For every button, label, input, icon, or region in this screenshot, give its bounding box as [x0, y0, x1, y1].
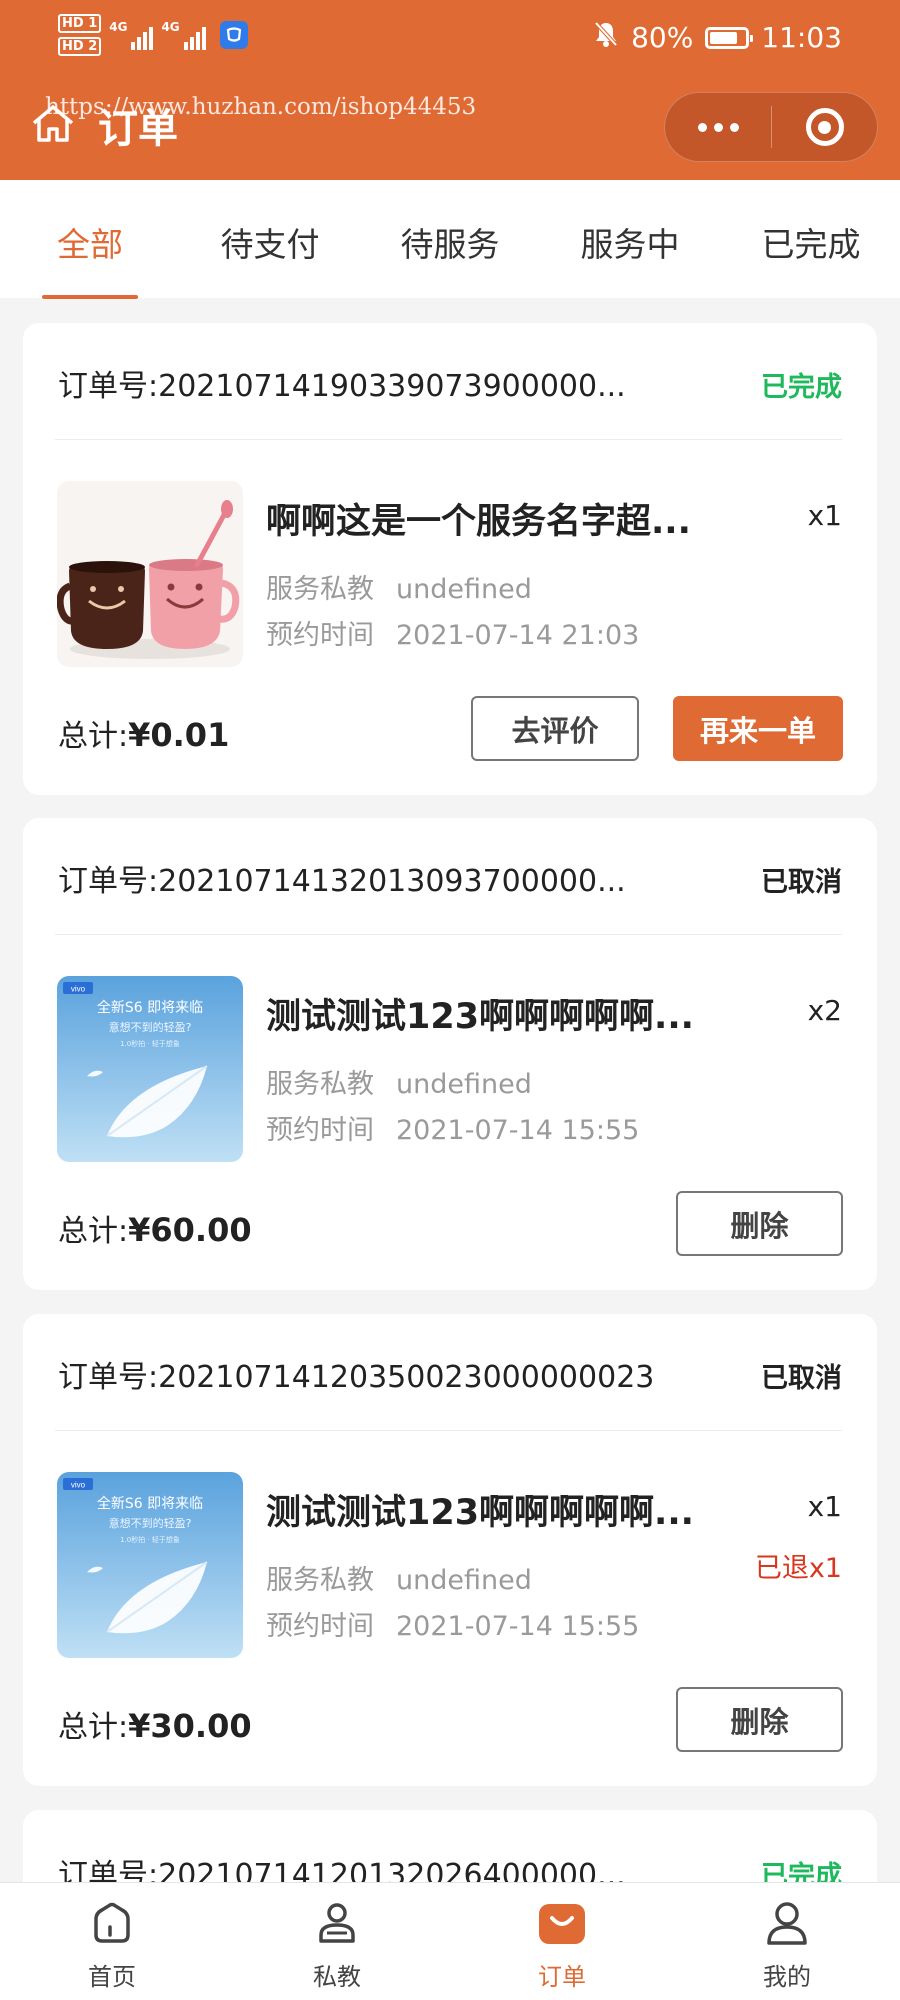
order-total: 总计:¥0.01 [58, 716, 230, 754]
thumb-tagline: 意想不到的轻盈? [109, 1516, 192, 1530]
battery-percent: 80% [631, 21, 694, 54]
order-card[interactable]: 订单号:20210714190339073900000... 已完成 啊啊这是一… [23, 323, 877, 795]
order-tabs: 全部 待支付 待服务 服务中 已完成 [0, 180, 900, 299]
refund-badge: 已退x1 [754, 1553, 842, 1584]
card-divider [55, 934, 842, 935]
service-name[interactable]: 测试测试123啊啊啊啊啊... [266, 1484, 694, 1535]
profile-icon [761, 1897, 813, 1949]
nav-home-label: 首页 [88, 1963, 136, 1991]
thumb-brand: vivo [71, 985, 86, 994]
active-tab-indicator [42, 295, 138, 299]
appointment-time-row: 预约时间 2021-07-14 15:55 [266, 1611, 640, 1642]
order-card[interactable]: 订单号:20210714132013093700000... 已取消 vivo … [23, 818, 877, 1290]
nav-coach-label: 私教 [313, 1963, 361, 1991]
order-number: 订单号:20210714120350023000000023 [58, 1360, 655, 1395]
service-name[interactable]: 啊啊这是一个服务名字超... [266, 493, 691, 544]
service-coach-row: 服务私教 undefined [266, 1565, 532, 1596]
app-notification-icon [219, 21, 248, 49]
watermark-text: https://www.huzhan.com/ishop44453 [45, 94, 477, 120]
signal-icon: 4G [161, 20, 206, 50]
card-divider [55, 439, 842, 440]
mini-program-capsule [664, 92, 878, 162]
tab-in-service[interactable]: 服务中 [581, 218, 680, 266]
bottom-tab-bar: 首页 私教 订单 我的 [0, 1882, 900, 2000]
status-bar-right: 80% 11:03 [593, 20, 842, 55]
clock: 11:03 [761, 21, 842, 54]
order-status: 已取消 [761, 1363, 842, 1394]
service-coach-row: 服务私教 undefined [266, 1069, 532, 1100]
signal-icon: 4G [109, 20, 154, 50]
appointment-time-row: 预约时间 2021-07-14 15:55 [266, 1115, 640, 1146]
thumb-brand: vivo [71, 1481, 86, 1490]
delete-button[interactable]: 删除 [676, 1191, 843, 1256]
nav-orders[interactable]: 订单 [502, 1897, 622, 1992]
service-thumbnail[interactable]: vivo 全新S6 即将来临 意想不到的轻盈? 1.0秒拍 · 轻于想象 [57, 976, 243, 1162]
nav-profile-label: 我的 [763, 1963, 811, 1991]
nav-coach[interactable]: 私教 [277, 1897, 397, 1992]
service-thumbnail[interactable] [57, 481, 243, 667]
quantity: x2 [807, 994, 842, 1027]
delete-button[interactable]: 删除 [676, 1687, 843, 1752]
thumb-headline: 全新S6 即将来临 [97, 1495, 203, 1512]
order-card[interactable]: 订单号:20210714120350023000000023 已取消 vivo … [23, 1314, 877, 1786]
hd1-badge: HD 1 [58, 14, 102, 33]
nav-orders-label: 订单 [538, 1963, 586, 1991]
quantity: x1 [807, 499, 842, 532]
tab-completed[interactable]: 已完成 [762, 218, 861, 266]
tab-pending-payment[interactable]: 待支付 [221, 218, 320, 266]
tab-pending-service[interactable]: 待服务 [401, 218, 500, 266]
service-name[interactable]: 测试测试123啊啊啊啊啊... [266, 988, 694, 1039]
appointment-time-row: 预约时间 2021-07-14 21:03 [266, 620, 640, 651]
order-number: 订单号:20210714132013093700000... [58, 864, 626, 899]
order-total: 总计:¥60.00 [58, 1211, 252, 1249]
service-thumbnail[interactable]: vivo 全新S6 即将来临 意想不到的轻盈? 1.0秒拍 · 轻于想象 [57, 1472, 243, 1658]
quantity: x1 [807, 1490, 842, 1523]
thumb-small: 1.0秒拍 · 轻于想象 [120, 1039, 180, 1048]
thumb-headline: 全新S6 即将来临 [97, 999, 203, 1016]
hd2-badge: HD 2 [58, 37, 102, 56]
nav-home[interactable]: 首页 [52, 1897, 172, 1992]
thumb-tagline: 意想不到的轻盈? [109, 1020, 192, 1034]
order-number: 订单号:20210714190339073900000... [58, 369, 626, 404]
more-dots-icon[interactable] [665, 122, 771, 132]
order-status: 已取消 [761, 867, 842, 898]
order-total: 总计:¥30.00 [58, 1707, 252, 1745]
tab-all[interactable]: 全部 [57, 218, 123, 266]
card-divider [55, 1430, 842, 1431]
reorder-button[interactable]: 再来一单 [673, 696, 843, 761]
order-status: 已完成 [761, 372, 842, 403]
review-button[interactable]: 去评价 [471, 696, 639, 761]
thumb-small: 1.0秒拍 · 轻于想象 [120, 1535, 180, 1544]
nav-profile[interactable]: 我的 [727, 1897, 847, 1992]
battery-icon [705, 26, 754, 49]
order-bag-icon [536, 1897, 588, 1949]
home-icon [86, 1897, 138, 1949]
close-target-icon[interactable] [772, 108, 877, 146]
service-coach-row: 服务私教 undefined [266, 574, 532, 605]
mute-bell-icon [593, 20, 619, 55]
coach-icon [311, 1897, 363, 1949]
status-bar-left: HD 1 HD 2 4G 4G [58, 14, 248, 56]
header-bar: HD 1 HD 2 4G 4G 80% 11:03 订单 https://www… [0, 0, 900, 180]
